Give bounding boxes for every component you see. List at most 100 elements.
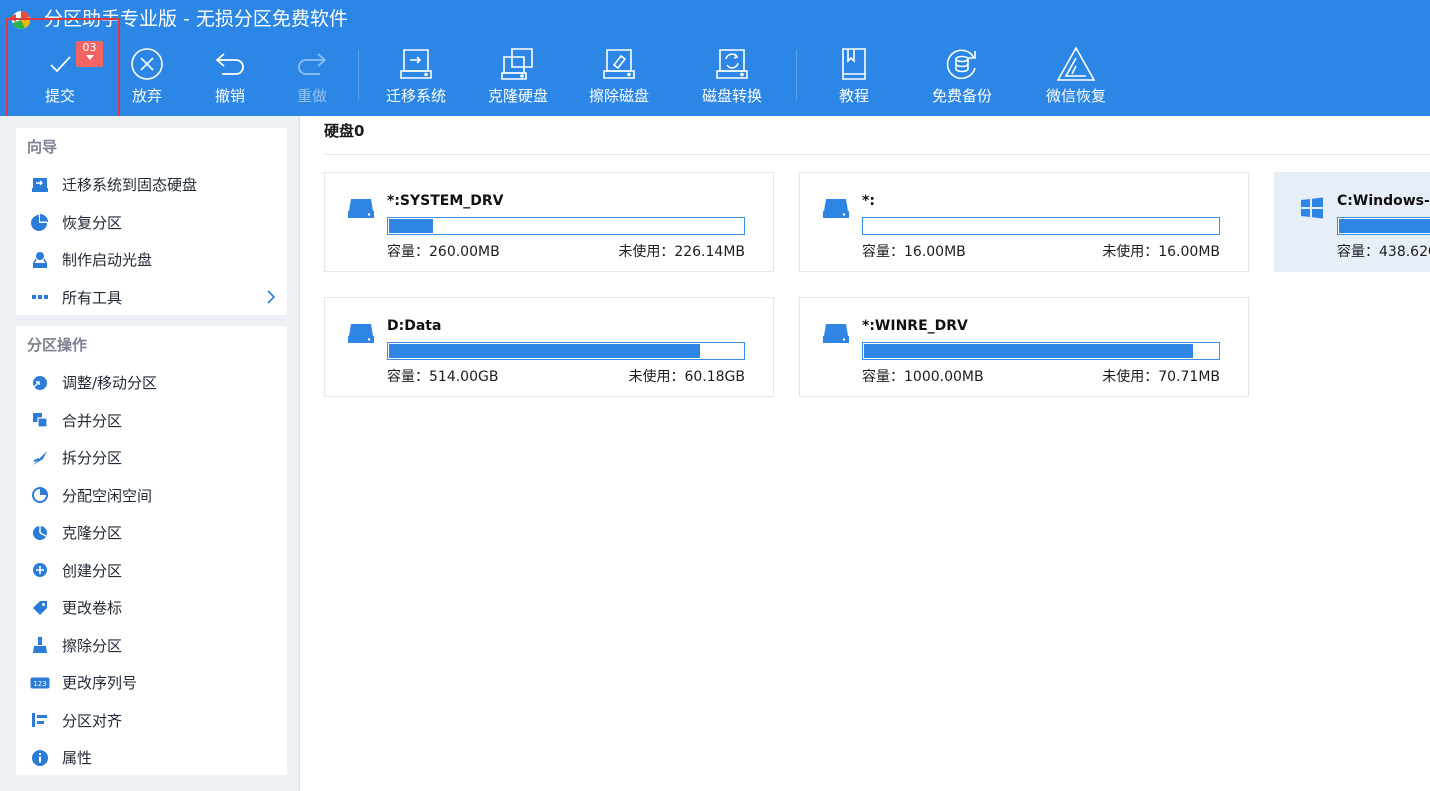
partition-card[interactable]: *:WINRE_DRV 容量：1000.00MB 未使用：70.71MB (799, 297, 1249, 397)
partition-name: *:WINRE_DRV (862, 318, 968, 334)
op-wipe-partition[interactable]: 擦除分区 (16, 627, 287, 665)
partition-card-selected[interactable]: C:Windows-SSD 容量：438.62GB (1274, 172, 1430, 272)
tutorial-label: 教程 (838, 87, 869, 105)
disk-title: 硬盘0 (324, 122, 365, 140)
wizard-item-migrate-ssd[interactable]: 迁移系统到固态硬盘 (16, 166, 287, 204)
free-backup-button[interactable]: 免费备份 (930, 44, 994, 112)
op-label: 更改序列号 (62, 674, 138, 693)
clone-disk-button[interactable]: 克隆硬盘 (486, 44, 550, 112)
clone-partition-icon (33, 525, 47, 540)
usage-bar (862, 217, 1220, 235)
op-merge[interactable]: 合并分区 (16, 402, 287, 440)
usage-bar-fill (864, 344, 1194, 358)
sidebar: 向导 迁移系统到固态硬盘 恢复分区 制作启动光盘 所有工具 分区操作 调整/移动… (0, 116, 300, 791)
partition-name: C:Windows-SSD (1337, 193, 1430, 209)
wizard-item-label: 恢复分区 (62, 213, 123, 232)
partition-free: 未使用：70.71MB (1102, 369, 1220, 385)
partition-name: *:SYSTEM_DRV (387, 193, 504, 209)
wizard-item-label: 迁移系统到固态硬盘 (62, 176, 198, 195)
op-label: 调整/移动分区 (62, 374, 158, 393)
discard-x-icon (131, 48, 163, 80)
wizard-item-bootable-media[interactable]: 制作启动光盘 (16, 241, 287, 279)
op-split[interactable]: 拆分分区 (16, 439, 287, 477)
convert-disk-button[interactable]: 磁盘转换 (700, 44, 764, 112)
redo-icon (298, 53, 327, 75)
usage-bar (387, 342, 745, 360)
op-clone-partition[interactable]: 克隆分区 (16, 514, 287, 552)
toolbar: 分区助手专业版 - 无损分区免费软件 提交 03 放弃 撤销 重做 迁移系统 克… (0, 0, 1430, 119)
merge-icon (33, 413, 48, 428)
op-label: 拆分分区 (62, 449, 123, 468)
info-icon (32, 749, 48, 766)
partition-ops-panel: 分区操作 调整/移动分区 合并分区 拆分分区 分配空闲空间 克隆分区 创建分区 … (16, 326, 287, 775)
usage-bar-fill (389, 344, 701, 358)
migrate-os-label: 迁移系统 (385, 87, 446, 105)
clone-disk-icon (501, 48, 533, 80)
free-backup-label: 免费备份 (931, 87, 992, 105)
split-icon (33, 450, 47, 465)
convert-disk-label: 磁盘转换 (701, 87, 762, 105)
convert-disk-icon (716, 49, 748, 79)
op-label: 属性 (62, 749, 93, 768)
wipe-icon (33, 637, 47, 654)
svg-text:123: 123 (33, 680, 46, 688)
usage-bar-fill (389, 219, 434, 233)
toolbar-separator (358, 50, 359, 100)
op-properties[interactable]: 属性 (16, 739, 287, 777)
partition-card[interactable]: *: 容量：16.00MB 未使用：16.00MB (799, 172, 1249, 272)
undo-label: 撤销 (214, 87, 245, 105)
op-create-partition[interactable]: 创建分区 (16, 552, 287, 590)
op-change-label[interactable]: 更改卷标 (16, 589, 287, 627)
tutorial-button[interactable]: 教程 (832, 44, 876, 112)
allocate-icon (32, 487, 48, 504)
partition-free: 未使用：226.14MB (618, 244, 745, 260)
usage-bar (387, 217, 745, 235)
undo-icon (215, 53, 244, 75)
partition-card[interactable]: *:SYSTEM_DRV 容量：260.00MB 未使用：226.14MB (324, 172, 774, 272)
book-icon (842, 48, 866, 80)
op-allocate-free-space[interactable]: 分配空闲空间 (16, 477, 287, 515)
migrate-os-button[interactable]: 迁移系统 (384, 44, 448, 112)
wizard-item-recover-partition[interactable]: 恢复分区 (16, 204, 287, 242)
wizard-item-label: 制作启动光盘 (62, 251, 153, 270)
migrate-ssd-icon (32, 177, 48, 192)
wechat-recovery-button[interactable]: 微信恢复 (1044, 44, 1108, 112)
bootable-media-icon (33, 251, 47, 268)
op-label: 擦除分区 (62, 636, 123, 655)
wizard-panel: 向导 迁移系统到固态硬盘 恢复分区 制作启动光盘 所有工具 (16, 128, 287, 315)
wipe-disk-label: 擦除磁盘 (588, 87, 649, 105)
partition-card[interactable]: D:Data 容量：514.00GB 未使用：60.18GB (324, 297, 774, 397)
discard-button[interactable]: 放弃 (125, 44, 169, 112)
wipe-disk-icon (603, 49, 635, 79)
wipe-disk-button[interactable]: 擦除磁盘 (587, 44, 651, 112)
redo-label: 重做 (296, 87, 327, 105)
partition-free: 未使用：16.00MB (1102, 244, 1220, 260)
drive-icon (823, 199, 849, 218)
wechat-recovery-label: 微信恢复 (1045, 87, 1106, 105)
wizard-heading: 向导 (27, 138, 58, 156)
op-align-partition[interactable]: 分区对齐 (16, 702, 287, 740)
backup-database-icon (946, 49, 976, 80)
toolbar-separator (796, 50, 797, 100)
commit-highlight-box (6, 18, 120, 119)
partition-capacity: 容量：438.62GB (1337, 244, 1430, 260)
partition-capacity: 容量：16.00MB (862, 244, 966, 260)
drive-icon (348, 324, 374, 343)
partition-free: 未使用：60.18GB (628, 369, 745, 385)
usage-bar (862, 342, 1220, 360)
label-tag-icon (33, 600, 47, 615)
resize-icon (33, 375, 47, 390)
partition-capacity: 容量：514.00GB (387, 369, 499, 385)
redo-button[interactable]: 重做 (290, 44, 334, 112)
chevron-right-icon (267, 289, 275, 304)
wizard-item-all-tools[interactable]: 所有工具 (16, 279, 287, 317)
op-resize-move[interactable]: 调整/移动分区 (16, 364, 287, 402)
partition-capacity: 容量：1000.00MB (862, 369, 984, 385)
undo-button[interactable]: 撤销 (208, 44, 252, 112)
op-label: 克隆分区 (62, 524, 123, 543)
clone-disk-label: 克隆硬盘 (487, 87, 548, 105)
create-partition-icon (33, 563, 47, 578)
partition-name: *: (862, 193, 875, 209)
discard-label: 放弃 (131, 87, 162, 105)
op-change-serial[interactable]: 123 更改序列号 (16, 664, 287, 702)
